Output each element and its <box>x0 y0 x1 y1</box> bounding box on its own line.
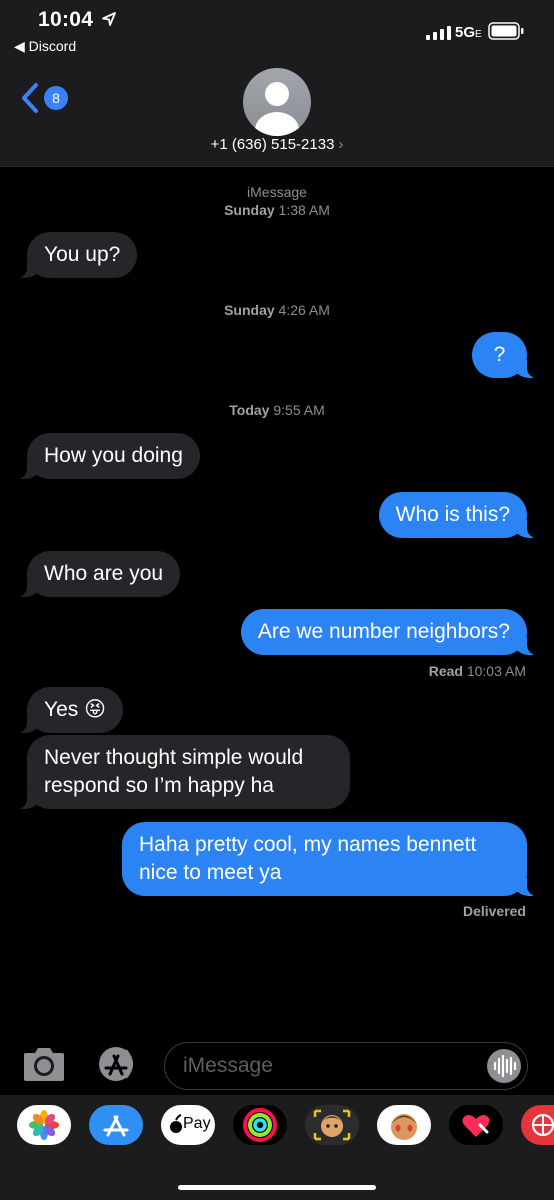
message-input[interactable]: iMessage <box>164 1042 528 1090</box>
apple-pay-icon[interactable]: Pay <box>161 1105 215 1145</box>
signal-strength-icon <box>426 26 451 40</box>
outgoing-message[interactable]: ? <box>472 332 537 378</box>
incoming-message[interactable]: Who are you <box>16 551 181 597</box>
timestamp: Sunday 1:38 AM <box>224 202 330 218</box>
delivery-status: Delivered <box>462 903 526 919</box>
incoming-message[interactable]: Yes 😝 <box>17 687 123 733</box>
home-indicator[interactable] <box>178 1185 376 1190</box>
app-store-icon[interactable] <box>92 1044 140 1084</box>
waveform-icon <box>493 1054 517 1078</box>
back-chevron-icon[interactable] <box>20 82 40 114</box>
outgoing-message[interactable]: Who is this? <box>378 492 538 538</box>
chevron-right-icon: › <box>338 136 344 153</box>
outgoing-message[interactable]: Haha pretty cool, my names bennett nice … <box>122 822 537 896</box>
location-arrow-icon <box>102 12 116 26</box>
app-store-icon[interactable] <box>89 1105 143 1145</box>
clock: 10:04 <box>38 8 94 31</box>
service-label: iMessage <box>247 184 307 200</box>
status-bar: 10:04 ◀ Discord 5GE <box>0 0 554 60</box>
timestamp: Today 9:55 AM <box>229 402 325 418</box>
person-silhouette-icon <box>255 82 299 136</box>
incoming-message[interactable]: Never thought simple would respond so I’… <box>17 735 350 809</box>
message-input-placeholder: iMessage <box>183 1054 273 1077</box>
camera-icon[interactable] <box>22 1045 66 1083</box>
read-receipt: Read 10:03 AM <box>428 663 526 679</box>
apple-pay-label: Pay <box>183 1115 211 1132</box>
audio-message-button[interactable] <box>487 1049 521 1083</box>
unread-badge[interactable]: 8 <box>44 86 68 110</box>
activity-icon[interactable] <box>233 1105 287 1145</box>
outgoing-message[interactable]: Are we number neighbors? <box>240 609 538 655</box>
web-icon[interactable] <box>521 1105 554 1145</box>
photos-icon[interactable] <box>17 1105 71 1145</box>
timestamp: Sunday 4:26 AM <box>224 302 330 318</box>
conversation-header: 8 +1 (636) 515-2133 › <box>0 60 554 167</box>
network-type: 5GE <box>455 24 482 41</box>
contact-name[interactable]: +1 (636) 515-2133 › <box>0 136 554 153</box>
memoji-icon[interactable] <box>305 1105 359 1145</box>
digital-touch-icon[interactable] <box>449 1105 503 1145</box>
back-to-app-link[interactable]: ◀ Discord <box>14 38 76 55</box>
contact-avatar[interactable] <box>243 68 311 136</box>
incoming-message[interactable]: How you doing <box>17 433 200 479</box>
battery-icon <box>488 22 524 40</box>
incoming-message[interactable]: You up? <box>16 232 138 278</box>
animoji-icon[interactable] <box>377 1105 431 1145</box>
